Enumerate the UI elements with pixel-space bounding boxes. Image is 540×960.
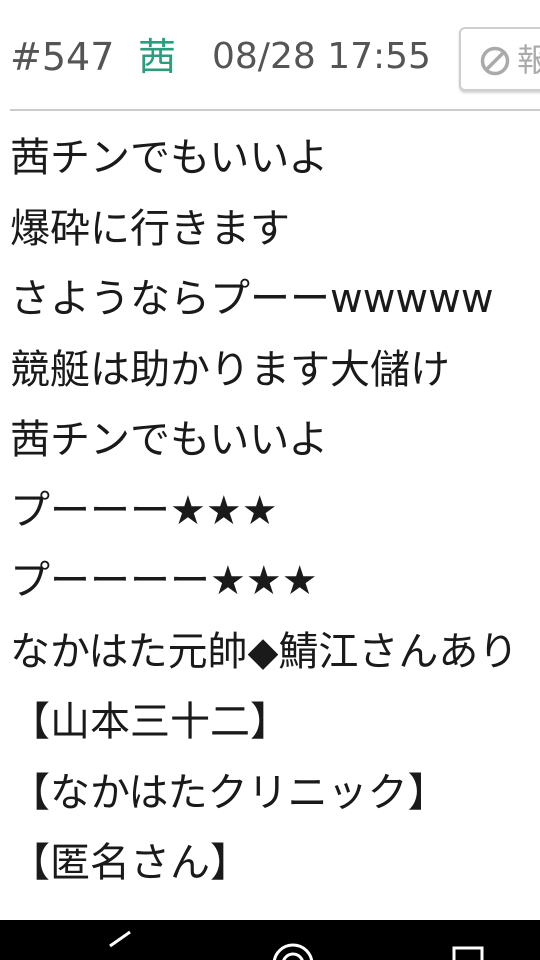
post-number[interactable]: #547: [10, 34, 114, 80]
post-line: プーーーー★★★: [10, 558, 318, 604]
post-header: #547 茜 08/28 17:55 報: [0, 0, 540, 110]
post-line: 爆砕に行きます: [10, 205, 290, 252]
navigation-bar: [0, 920, 540, 960]
post-line: さようならプーーwwwww: [10, 276, 494, 322]
post-line: プーーー★★★: [10, 487, 278, 534]
screen: #547 茜 08/28 17:55 報 茜チンでもいいよ 爆砕に行きます さよ…: [0, 0, 540, 960]
author-name: 茜: [138, 35, 177, 79]
back-icon[interactable]: [100, 920, 140, 960]
post-line: 【匿名さん】: [10, 840, 250, 886]
post-line: なかはた元帥◆鯖江さんあり: [10, 628, 519, 675]
recent-apps-icon[interactable]: [448, 920, 488, 960]
post-line: 茜チンでもいいよ: [10, 135, 329, 181]
prohibit-icon: [480, 46, 510, 76]
post-line: 競艇は助かります大儲け: [10, 346, 450, 393]
post-line: 茜チンでもいいよ: [10, 417, 329, 463]
post-line: 【山本三十二】: [10, 699, 290, 745]
post-body: 茜チンでもいいよ 爆砕に行きます さようならプーーwwwww 競艇は助かります大…: [10, 132, 540, 908]
divider: [10, 109, 540, 111]
report-button-label: 報: [517, 39, 540, 81]
report-button[interactable]: 報: [459, 27, 540, 91]
post-line: 【なかはたクリニック】: [10, 769, 448, 816]
post-date: 08/28 17:55: [212, 36, 431, 77]
home-icon[interactable]: [268, 920, 318, 960]
